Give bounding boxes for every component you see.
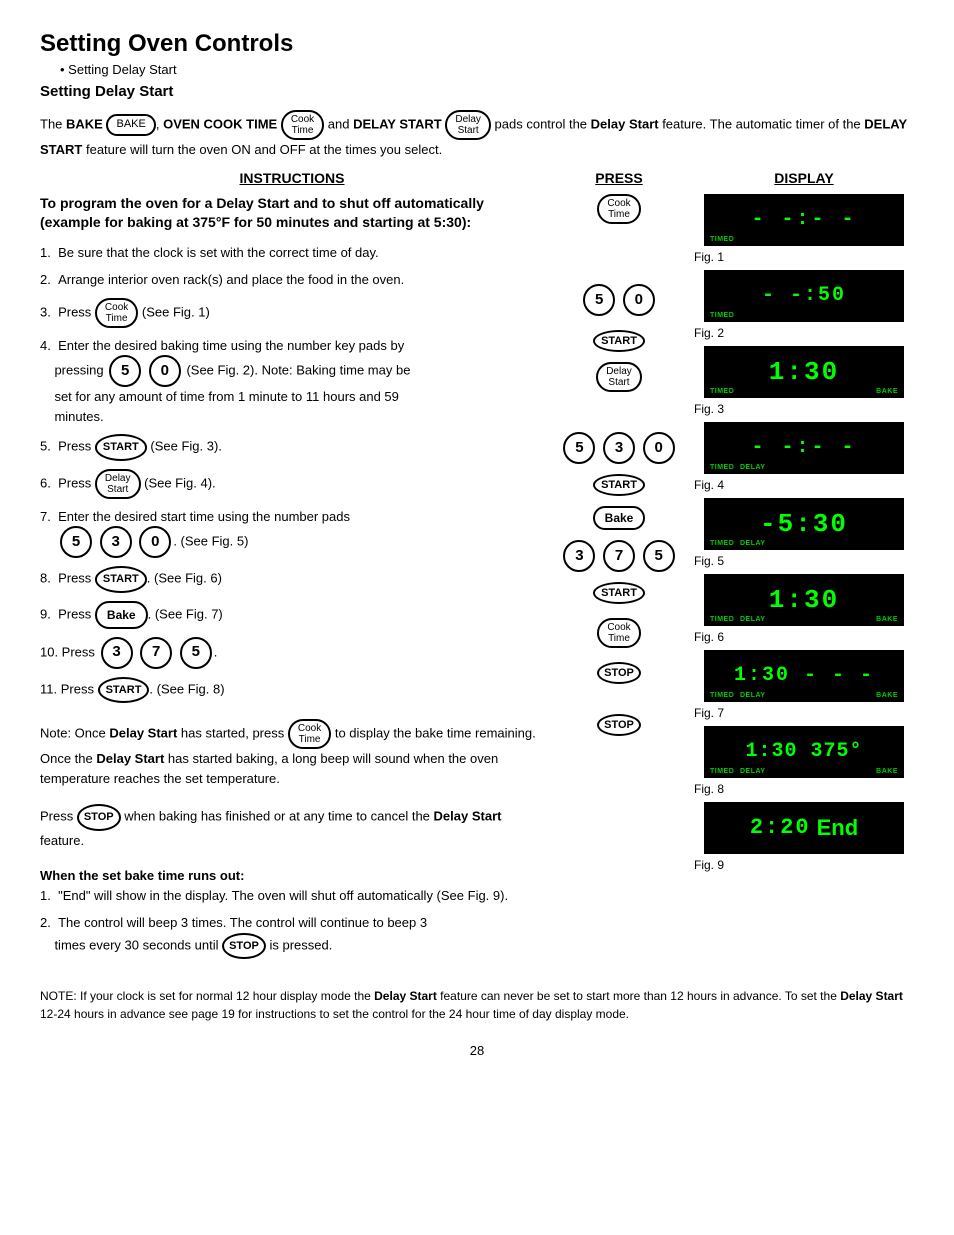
- display-fig5: -5:30 TIMED DELAY: [704, 498, 904, 550]
- display-fig3: 1:30 TIMED BAKE: [704, 346, 904, 398]
- press-cook-time-note: CookTime: [597, 618, 640, 648]
- display-fig7: 1:30 - - - TIMED DELAY BAKE: [704, 650, 904, 702]
- num-0-step4: 0: [149, 355, 181, 387]
- press-0-4: 0: [623, 284, 655, 316]
- press-cook-time-3: CookTime: [597, 194, 640, 224]
- section-title: Setting Delay Start: [40, 83, 914, 100]
- press-start-5: START: [593, 330, 645, 352]
- bake-button-inline: BAKE: [106, 114, 155, 135]
- press-spacer-4: [554, 238, 684, 278]
- step-4: 4. Enter the desired baking time using t…: [40, 336, 544, 427]
- press-5-4: 5: [583, 284, 615, 316]
- press-column: PRESS CookTime 5 0 START DelayStart 5 3 …: [554, 170, 684, 750]
- press-step8: START: [554, 474, 684, 496]
- delay-start-button-inline: DelayStart: [445, 110, 491, 140]
- bake-btn-step9: Bake: [95, 601, 148, 629]
- bake-runs-out-section: When the set bake time runs out: 1. "End…: [40, 866, 544, 959]
- display-column: DISPLAY - -:- - TIMED Fig. 1 - -:50 TIME…: [694, 170, 914, 878]
- num-3-step7: 3: [100, 526, 132, 558]
- page-number: 28: [40, 1043, 914, 1058]
- display-fig1: - -:- - TIMED: [704, 194, 904, 246]
- step-11: 11. Press START. (See Fig. 8): [40, 677, 544, 704]
- fig2-label: Fig. 2: [694, 326, 914, 340]
- display-fig8: 1:30 375° TIMED DELAY BAKE: [704, 726, 904, 778]
- press-step3: CookTime: [554, 194, 684, 224]
- step-6: 6. Press DelayStart (See Fig. 4).: [40, 469, 544, 499]
- fig9-label: Fig. 9: [694, 858, 914, 872]
- press-stop-end: STOP: [554, 714, 684, 736]
- press-0-7: 0: [643, 432, 675, 464]
- start-btn-step5: START: [95, 434, 147, 461]
- fig3-label: Fig. 3: [694, 402, 914, 416]
- press-step7: 5 3 0: [554, 432, 684, 464]
- step-3: 3. Press CookTime (See Fig. 1): [40, 298, 544, 328]
- press-5-7: 5: [563, 432, 595, 464]
- instructions-column: INSTRUCTIONS To program the oven for a D…: [40, 170, 544, 968]
- bottom-note: NOTE: If your clock is set for normal 12…: [40, 987, 914, 1023]
- end-text: End: [817, 815, 859, 841]
- num-3-step10: 3: [101, 637, 133, 669]
- fig7-label: Fig. 7: [694, 706, 914, 720]
- press-5-10: 5: [643, 540, 675, 572]
- fig5-label: Fig. 5: [694, 554, 914, 568]
- display-fig6: 1:30 TIMED DELAY BAKE: [704, 574, 904, 626]
- stop-note: Press STOP when baking has finished or a…: [40, 804, 544, 850]
- start-btn-step8: START: [95, 566, 147, 593]
- page-title: Setting Oven Controls: [40, 30, 914, 58]
- press-delay-6: DelayStart: [596, 362, 642, 392]
- press-step5: START: [554, 330, 684, 352]
- num-0-step7: 0: [139, 526, 171, 558]
- fig6-label: Fig. 6: [694, 630, 914, 644]
- stop-btn-note: STOP: [77, 804, 121, 831]
- num-7-step10: 7: [140, 637, 172, 669]
- press-start-8: START: [593, 474, 645, 496]
- step-7: 7. Enter the desired start time using th…: [40, 507, 544, 559]
- press-header: PRESS: [554, 170, 684, 186]
- fig8-label: Fig. 8: [694, 782, 914, 796]
- step-1: 1. Be sure that the clock is set with th…: [40, 243, 544, 263]
- cook-time-btn-step3: CookTime: [95, 298, 138, 328]
- breadcrumb: • Setting Delay Start: [60, 62, 914, 77]
- cook-time-btn-note: CookTime: [288, 719, 331, 749]
- num-5-step10: 5: [180, 637, 212, 669]
- press-spacer-7: [554, 406, 684, 426]
- press-3-7: 3: [603, 432, 635, 464]
- press-step10: 3 7 5: [554, 540, 684, 572]
- instructions-header: INSTRUCTIONS: [40, 170, 544, 186]
- display-fig9: 2:20 End: [704, 802, 904, 854]
- press-7-10: 7: [603, 540, 635, 572]
- stop-btn-end: STOP: [222, 933, 266, 960]
- step-8: 8. Press START. (See Fig. 6): [40, 566, 544, 593]
- step-9: 9. Press Bake. (See Fig. 7): [40, 601, 544, 629]
- delay-start-btn-step6: DelayStart: [95, 469, 141, 499]
- num-5-step4: 5: [109, 355, 141, 387]
- delay-start-note: Note: Once Delay Start has started, pres…: [40, 719, 544, 788]
- press-step11: START: [554, 582, 684, 604]
- press-note-cooktime: CookTime: [554, 618, 684, 648]
- press-step6: DelayStart: [554, 362, 684, 392]
- step-2: 2. Arrange interior oven rack(s) and pla…: [40, 270, 544, 290]
- num-5-step7: 5: [60, 526, 92, 558]
- display-fig2: - -:50 TIMED: [704, 270, 904, 322]
- press-3-10: 3: [563, 540, 595, 572]
- press-step9: Bake: [554, 506, 684, 530]
- press-bake-9: Bake: [593, 506, 646, 530]
- display-header: DISPLAY: [694, 170, 914, 186]
- step-10: 10. Press 3 7 5.: [40, 637, 544, 669]
- press-stop-note: STOP: [554, 662, 684, 684]
- main-instruction: To program the oven for a Delay Start an…: [40, 194, 544, 233]
- display-fig4: - -:- - TIMED DELAY: [704, 422, 904, 474]
- fig1-label: Fig. 1: [694, 250, 914, 264]
- intro-text: The BAKE BAKE, OVEN COOK TIME CookTime a…: [40, 110, 914, 160]
- step-5: 5. Press START (See Fig. 3).: [40, 434, 544, 461]
- fig4-label: Fig. 4: [694, 478, 914, 492]
- press-stop-2: STOP: [597, 714, 641, 736]
- press-start-11: START: [593, 582, 645, 604]
- start-btn-step11: START: [98, 677, 150, 704]
- press-stop: STOP: [597, 662, 641, 684]
- cook-time-button-inline: CookTime: [281, 110, 324, 140]
- press-step4: 5 0: [554, 284, 684, 316]
